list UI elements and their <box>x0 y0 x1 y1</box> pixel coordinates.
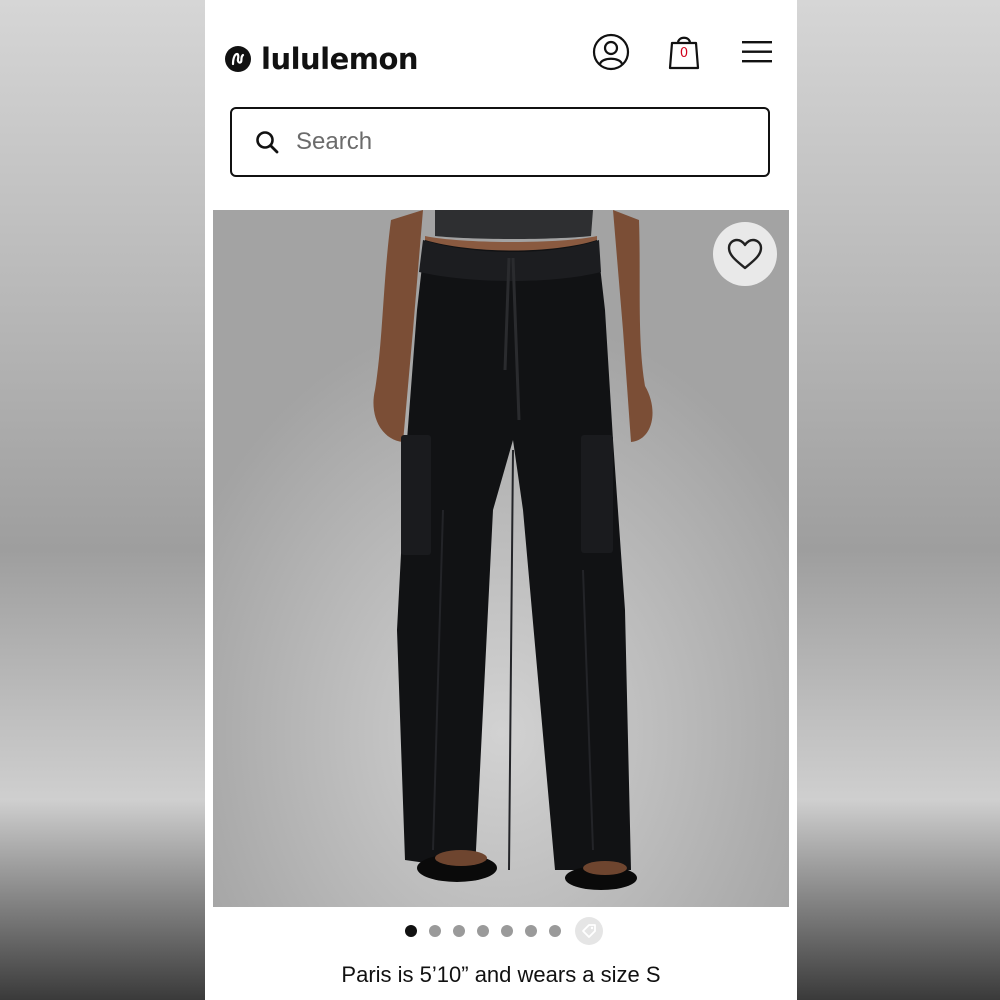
tag-icon[interactable] <box>575 917 603 945</box>
account-icon[interactable] <box>591 32 631 72</box>
search-box[interactable] <box>230 107 770 177</box>
carousel-dot[interactable] <box>453 925 465 937</box>
mobile-page: lululemon 0 Search Paris is 5’10” and we… <box>205 0 797 1000</box>
product-image[interactable] <box>213 210 789 907</box>
carousel-dot[interactable] <box>477 925 489 937</box>
favorite-button[interactable] <box>713 222 777 286</box>
lululemon-logo-icon <box>225 46 251 72</box>
carousel-dot[interactable] <box>429 925 441 937</box>
search-input[interactable] <box>294 127 718 157</box>
site-header: lululemon 0 <box>205 0 797 110</box>
carousel-dot[interactable] <box>549 925 561 937</box>
model-caption: Paris is 5’10” and wears a size S <box>341 962 661 987</box>
bag-count: 0 <box>679 46 689 61</box>
brand-logo[interactable]: lululemon <box>225 42 419 76</box>
shopping-bag-button[interactable]: 0 <box>664 32 704 72</box>
carousel-dot[interactable] <box>501 925 513 937</box>
product-photo <box>213 210 789 907</box>
background-blur-left <box>0 0 205 1000</box>
carousel-dots <box>205 916 797 946</box>
heart-icon <box>727 238 763 270</box>
search-icon <box>256 131 279 154</box>
carousel-dot[interactable] <box>405 925 417 937</box>
brand-name: lululemon <box>261 42 419 76</box>
carousel-dot[interactable] <box>525 925 537 937</box>
background-blur-right <box>795 0 1000 1000</box>
hamburger-menu-icon[interactable] <box>737 32 777 72</box>
